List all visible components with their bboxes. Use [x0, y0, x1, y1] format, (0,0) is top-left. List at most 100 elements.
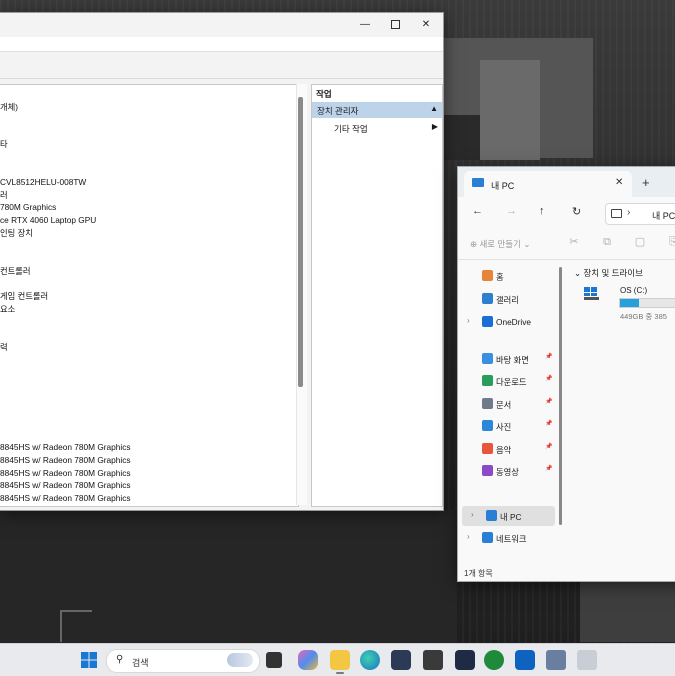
nav-item[interactable]: 음악 📌 [458, 439, 555, 459]
device-tree[interactable]: 개체) 타 CVL8512HELU-008TW 러 780M Graphics ce RT… [0, 84, 299, 507]
tree-item[interactable]: 러 [0, 189, 8, 201]
tree-item[interactable]: 8845HS w/ Radeon 780M Graphics [0, 442, 131, 452]
collapse-up-icon[interactable]: ▲ [430, 104, 438, 113]
expand-chevron-icon[interactable]: › [471, 510, 474, 519]
close-button[interactable]: ✕ [411, 15, 441, 33]
network-share-icon[interactable] [546, 650, 566, 670]
tab-this-pc[interactable]: 내 PC ✕ [464, 171, 632, 197]
nav-item[interactable]: 바탕 화면 📌 [458, 349, 555, 369]
tree-item[interactable]: 컨트롤러 [0, 265, 31, 277]
tree-item[interactable]: 타 [0, 138, 8, 150]
nav-item[interactable]: › OneDrive [458, 312, 555, 332]
nav-item[interactable]: 홈 [458, 266, 555, 286]
actions-header: 작업 [316, 89, 332, 99]
minimize-button[interactable]: — [350, 15, 380, 33]
pin-icon: 📌 [545, 376, 553, 382]
copy-icon[interactable]: ⧉ [601, 236, 613, 248]
nav-item[interactable]: › 네트워크 [458, 528, 555, 548]
forward-arrow-icon[interactable]: → [506, 205, 517, 217]
outlook-icon[interactable] [515, 650, 535, 670]
paste-icon[interactable]: ▢ [634, 236, 646, 248]
tab-strip: 내 PC ✕ + [458, 167, 675, 197]
tree-item[interactable]: 8845HS w/ Radeon 780M Graphics [0, 493, 131, 503]
edge-icon[interactable] [360, 650, 380, 670]
new-tab-button[interactable]: + [642, 175, 650, 190]
maximize-button[interactable] [380, 15, 410, 33]
tree-scrollbar-thumb[interactable] [298, 97, 303, 387]
widgets-icon [227, 653, 253, 667]
devices-section-header[interactable]: ⌄ 장치 및 드라이브 [574, 267, 643, 279]
nav-item[interactable]: 동영상 📌 [458, 461, 555, 481]
tree-item[interactable]: 8845HS w/ Radeon 780M Graphics [0, 468, 131, 478]
active-app-indicator [336, 672, 344, 674]
new-button[interactable]: ⊕ 새로 만들기 ⌄ [470, 238, 530, 250]
nav-item-label: 내 PC [500, 512, 522, 522]
address-bar[interactable]: › 내 PC [605, 203, 675, 225]
tree-item[interactable]: ce RTX 4060 Laptop GPU [0, 215, 96, 225]
new-button-label: 새로 만들기 [479, 239, 521, 249]
tab-close-icon[interactable]: ✕ [615, 177, 623, 188]
store-icon[interactable] [391, 650, 411, 670]
snipping-icon[interactable] [577, 650, 597, 670]
app-icon[interactable] [423, 650, 443, 670]
expand-chevron-icon[interactable]: › [467, 532, 470, 541]
task-view-icon[interactable] [266, 652, 282, 668]
nav-item-label: OneDrive [496, 317, 532, 327]
search-icon: ⚲ [116, 654, 124, 665]
actions-device-manager[interactable]: 장치 관리자 ▲ [312, 102, 442, 118]
drive-usage-fill [620, 299, 639, 307]
tree-item[interactable]: 개체) [0, 101, 18, 113]
actions-more-label[interactable]: 기타 작업 [334, 123, 368, 135]
cut-icon[interactable]: ✂ [568, 236, 580, 248]
music-icon [482, 443, 493, 454]
tree-item[interactable]: 780M Graphics [0, 202, 56, 212]
xbox-icon[interactable] [484, 650, 504, 670]
nav-item[interactable]: 사진 📌 [458, 416, 555, 436]
tree-item[interactable]: 게임 컨트롤러 [0, 290, 48, 302]
command-bar: ⊕ 새로 만들기 ⌄ ✂ ⧉ ▢ ⎘ [458, 229, 675, 260]
file-explorer-icon[interactable] [330, 650, 350, 670]
nav-item[interactable]: 다운로드 📌 [458, 371, 555, 391]
up-arrow-icon[interactable]: ↑ [539, 205, 545, 217]
network-icon [482, 532, 493, 543]
back-arrow-icon[interactable]: ← [472, 205, 483, 217]
search-box[interactable]: ⚲ 검색 [106, 649, 260, 673]
actions-pane: 작업 장치 관리자 ▲ 기타 작업 ▶ [311, 84, 443, 507]
download-icon [482, 375, 493, 386]
tree-item[interactable]: CVL8512HELU-008TW [0, 177, 86, 187]
start-icon[interactable] [79, 650, 99, 670]
this-pc-icon [472, 178, 484, 187]
maximize-icon [390, 19, 400, 29]
nav-item[interactable]: 갤러리 [458, 289, 555, 309]
toolbar [0, 52, 443, 79]
refresh-icon[interactable]: ↻ [572, 205, 581, 218]
devices-section-label: 장치 및 드라이브 [583, 268, 643, 278]
tree-item[interactable]: 8845HS w/ Radeon 780M Graphics [0, 455, 131, 465]
pin-icon: 📌 [545, 444, 553, 450]
onedrive-icon [482, 316, 493, 327]
tree-item[interactable]: 인팅 장치 [0, 227, 33, 239]
tree-item[interactable]: 력 [0, 341, 8, 353]
tree-item[interactable]: 요소 [0, 303, 15, 315]
nav-item-label: 네트워크 [496, 534, 527, 544]
expand-chevron-icon[interactable]: › [467, 316, 470, 325]
minimize-icon: — [360, 18, 370, 30]
file-explorer-window: 내 PC ✕ + ← → ↑ ↻ › 내 PC ⊕ 새로 만들기 ⌄ ✂ ⧉ ▢… [457, 166, 675, 582]
nav-item-label: 홈 [496, 272, 504, 282]
documents-icon [482, 398, 493, 409]
nav-item[interactable]: 문서 📌 [458, 394, 555, 414]
nav-item-label: 문서 [496, 400, 512, 410]
rename-icon[interactable]: ⎘ [667, 236, 675, 248]
nav-scrollbar[interactable] [559, 267, 562, 525]
tree-item[interactable]: 8845HS w/ Radeon 780M Graphics [0, 480, 131, 490]
drive-name[interactable]: OS (C:) [620, 286, 647, 295]
copilot-icon[interactable] [298, 650, 318, 670]
pin-icon: 📌 [545, 421, 553, 427]
pin-icon: 📌 [545, 399, 553, 405]
taskbar: ⚲ 검색 [0, 643, 675, 676]
close-icon: ✕ [421, 18, 431, 30]
actions-device-manager-label: 장치 관리자 [317, 106, 359, 116]
title-bar[interactable]: — ✕ [0, 13, 443, 35]
nav-item[interactable]: › 내 PC [462, 506, 555, 526]
app-icon-2[interactable] [455, 650, 475, 670]
